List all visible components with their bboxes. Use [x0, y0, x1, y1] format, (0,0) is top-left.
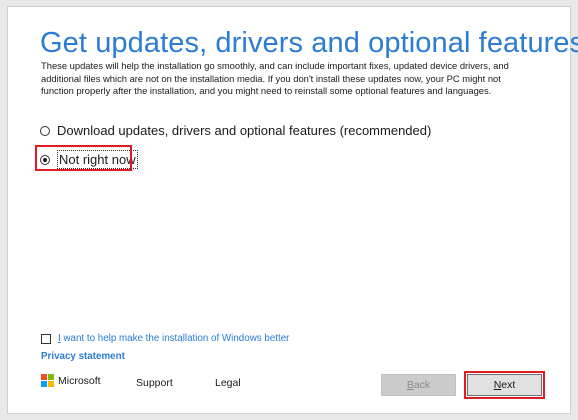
page-title: Get updates, drivers and optional featur… — [40, 27, 578, 59]
option-download-updates-label: Download updates, drivers and optional f… — [57, 123, 432, 138]
brand-name: Microsoft — [58, 374, 101, 387]
logo-green-square — [48, 374, 54, 380]
support-link[interactable]: Support — [136, 377, 173, 389]
back-button[interactable]: Back — [381, 374, 456, 396]
radio-unselected-icon[interactable] — [40, 125, 50, 136]
microsoft-logo-icon — [41, 374, 54, 387]
back-label: ack — [413, 379, 431, 391]
radio-selected-icon[interactable] — [40, 154, 50, 165]
logo-yellow-square — [48, 381, 54, 387]
legal-link[interactable]: Legal — [215, 377, 241, 389]
back-access-key: B — [406, 379, 414, 391]
option-download-updates[interactable]: Download updates, drivers and optional f… — [40, 123, 431, 138]
privacy-statement-link[interactable]: Privacy statement — [41, 351, 125, 362]
consent-label: I want to help make the installation of … — [58, 333, 289, 344]
logo-red-square — [41, 374, 47, 380]
logo-blue-square — [41, 381, 47, 387]
option-not-right-now-label: Not right now — [57, 150, 138, 169]
next-button[interactable]: Next — [467, 374, 542, 396]
consent-label-text: want to help make the installation of Wi… — [60, 333, 290, 344]
setup-dialog: Get updates, drivers and optional featur… — [7, 6, 578, 414]
checkbox-icon[interactable] — [41, 333, 51, 344]
improve-windows-consent[interactable]: I want to help make the installation of … — [41, 333, 289, 344]
next-access-key: N — [493, 379, 502, 391]
option-not-right-now[interactable]: Not right now — [40, 150, 138, 169]
page-description: These updates will help the installation… — [41, 60, 509, 97]
microsoft-brand: Microsoft — [41, 374, 101, 387]
next-label: ext — [501, 379, 516, 391]
